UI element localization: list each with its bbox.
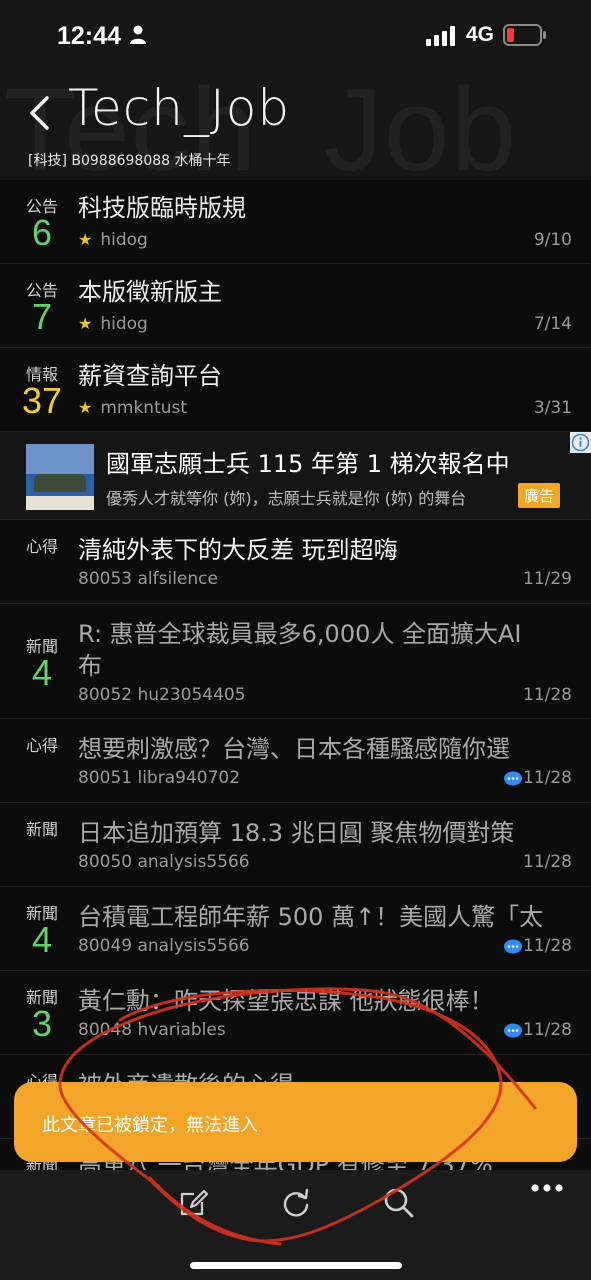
post-author-line: ★ hidog [78,230,148,250]
network-type: 4G [466,23,495,46]
pinned-row[interactable]: 公告 7 本版徵新版主 ★ hidog 7/14 [0,264,591,348]
status-bar: 12:44 4G [0,0,591,70]
board-header: Tech_Job Tech_Job [科技] B0988698088 水桶十年 [0,70,591,180]
search-icon[interactable] [383,1187,415,1219]
comment-icon [504,771,522,786]
post-tag: 心得 [25,537,58,556]
post-date: 11/29 [523,569,572,589]
post-author: hidog [100,314,148,334]
post-author: mmkntust [100,398,188,418]
post-tag: 新聞 [25,820,58,839]
ad-thumbnail [26,444,94,510]
push-count: 4 [31,652,53,693]
comment-icon [504,939,522,954]
push-count: 6 [31,212,53,253]
board-title: Tech_Job [68,79,291,137]
post-author-line: ★ mmkntust [78,398,187,418]
toast-message: 此文章已被鎖定，無法進入 [42,1115,258,1136]
compose-icon[interactable] [178,1188,210,1220]
post-title: 黃仁勳：昨天探望張忠謀 他狀態很棒！ [78,987,494,1015]
post-author: 80049 analysis5566 [78,936,250,956]
push-count: 3 [31,1003,53,1044]
push-count: 37 [21,380,63,421]
post-date: 11/28 [523,768,572,788]
person-icon [130,25,146,44]
post-title: 清純外表下的大反差 玩到超嗨 [78,536,398,564]
post-row[interactable]: 新聞 日本追加預算 18.3 兆日圓 聚焦物價對策 80050 analysis… [0,803,591,887]
post-title: 科技版臨時版規 [78,194,246,222]
post-row[interactable]: 新聞 4 台積電工程師年薪 500 萬↑！美國人驚「太 80049 analys… [0,887,591,971]
post-title-continued: 布 [78,652,102,680]
ad-description: 優秀人才就等你 (妳)，志願士兵就是你 (妳) 的舞台 [106,489,467,508]
post-date: 7/14 [533,314,572,334]
post-row[interactable]: 心得 清純外表下的大反差 玩到超嗨 80053 alfsilence 11/29 [0,520,591,604]
post-date: 3/31 [533,398,572,418]
post-title: 想要刺激感？台灣、日本各種騷感隨你選 [78,735,510,763]
post-title: 薪資查詢平台 [78,362,222,390]
post-row[interactable]: 心得 想要刺激感？台灣、日本各種騷感隨你選 80051 libra940702 … [0,719,591,803]
post-row[interactable]: 新聞 4 R: 惠普全球裁員最多6,000人 全面擴大AI 布 80052 hu… [0,604,591,719]
post-date: 11/28 [523,852,572,872]
post-author: 80050 analysis5566 [78,852,250,872]
post-author: 80048 hvariables [78,1020,226,1040]
post-tag: 心得 [25,736,58,755]
post-author-line: ★ hidog [78,314,148,334]
star-icon: ★ [78,398,93,417]
post-date: 11/28 [523,1020,572,1040]
board-subtitle: [科技] B0988698088 水桶十年 [28,153,231,169]
star-icon: ★ [78,314,93,333]
bottom-toolbar [0,1170,591,1280]
status-time: 12:44 [57,22,121,50]
pinned-row[interactable]: 情報 37 薪資查詢平台 ★ mmkntust 3/31 [0,348,591,432]
post-author: 80052 hu23054405 [78,685,246,705]
post-date: 11/28 [523,936,572,956]
ad-title: 國軍志願士兵 115 年第 1 梯次報名中 [106,450,510,478]
pinned-row[interactable]: 公告 6 科技版臨時版規 ★ hidog 9/10 [0,180,591,264]
star-icon: ★ [78,230,93,249]
locked-toast: 此文章已被鎖定，無法進入 [14,1082,577,1162]
post-title: 日本追加預算 18.3 兆日圓 聚焦物價對策 [78,819,515,847]
more-icon[interactable] [530,1182,564,1194]
battery-icon [503,24,546,46]
comment-icon [504,1023,522,1038]
post-author: hidog [100,230,148,250]
refresh-icon[interactable] [280,1186,312,1220]
adinfo-icon[interactable] [570,432,591,453]
post-list: 公告 6 科技版臨時版規 ★ hidog 9/10 公告 7 本版徵新版主 ★ hi… [0,180,591,1223]
post-title: 台積電工程師年薪 500 萬↑！美國人驚「太 [78,903,544,931]
post-date: 9/10 [533,230,572,250]
push-count: 7 [31,296,53,337]
ad-badge: 廣告 [518,483,561,508]
post-author: 80051 libra940702 [78,768,241,788]
ad-banner[interactable]: 國軍志願士兵 115 年第 1 梯次報名中 優秀人才就等你 (妳)，志願士兵就是… [0,432,591,520]
home-indicator [190,1262,402,1269]
post-title: 本版徵新版主 [78,278,222,306]
push-count: 4 [31,919,53,960]
signal-icon [426,26,455,46]
post-date: 11/28 [523,685,572,705]
back-icon[interactable] [28,95,50,131]
post-row[interactable]: 新聞 3 黃仁勳：昨天探望張忠謀 他狀態很棒！ 80048 hvariables… [0,971,591,1055]
post-title: R: 惠普全球裁員最多6,000人 全面擴大AI [78,620,522,648]
post-author: 80053 alfsilence [78,569,218,589]
